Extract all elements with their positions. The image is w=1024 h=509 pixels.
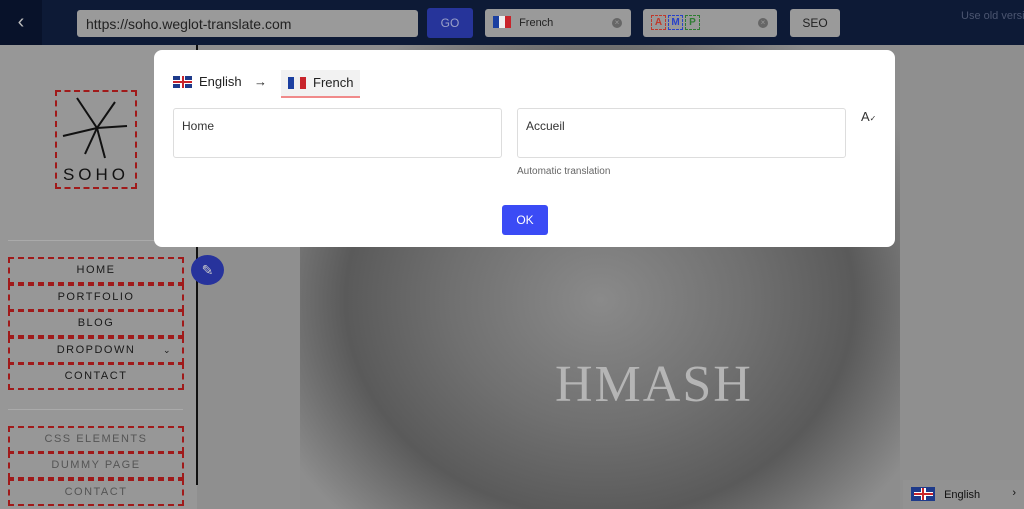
uk-flag-icon: [173, 75, 192, 88]
nav-dummy-page[interactable]: DUMMY PAGE: [8, 452, 184, 479]
amp-select[interactable]: AMP ×: [643, 9, 777, 37]
arrow-right-icon: →: [254, 74, 267, 89]
chevron-right-icon: ›: [1012, 487, 1016, 499]
language-switcher[interactable]: English ›: [903, 480, 1024, 509]
uk-flag-icon: [911, 487, 935, 501]
nav-portfolio[interactable]: PORTFOLIO: [8, 284, 184, 311]
go-button[interactable]: GO: [427, 8, 473, 38]
nav-dropdown-label: DROPDOWN: [56, 344, 136, 356]
chevron-left-icon: ‹: [17, 11, 25, 33]
french-flag-icon: [288, 76, 306, 89]
target-language-tab[interactable]: French: [281, 70, 361, 98]
divider: [8, 409, 183, 410]
seo-button[interactable]: SEO: [790, 9, 840, 37]
ok-button[interactable]: OK: [502, 205, 548, 235]
clear-icon[interactable]: ×: [612, 18, 622, 28]
url-input[interactable]: https://soho.weglot-translate.com: [77, 10, 418, 37]
language-select[interactable]: French ×: [485, 9, 631, 37]
spellcheck-icon[interactable]: A✓: [861, 109, 876, 124]
translation-note: Automatic translation: [517, 166, 611, 177]
source-text-field: Home: [173, 108, 502, 158]
amp-a: A: [651, 15, 666, 30]
old-version-link[interactable]: Use old version: [961, 10, 1024, 22]
pencil-icon: ✎: [201, 262, 214, 278]
back-button[interactable]: ‹: [0, 0, 42, 45]
top-toolbar: ‹ https://soho.weglot-translate.com GO F…: [0, 0, 1024, 45]
edit-pencil-button[interactable]: ✎: [191, 255, 224, 285]
language-select-value: French: [519, 17, 554, 29]
amp-p: P: [685, 15, 700, 30]
nav-home[interactable]: HOME: [8, 257, 184, 284]
translation-modal: English → French Home Accueil A✓ Automat…: [154, 50, 895, 247]
target-language-label: French: [313, 75, 354, 90]
chevron-down-icon: ⌄: [162, 345, 172, 355]
translation-text-field[interactable]: Accueil: [517, 108, 846, 158]
hero-text: HMASH: [555, 356, 753, 413]
source-language-label: English: [199, 74, 242, 89]
site-logo[interactable]: SOHO: [55, 90, 137, 189]
language-switcher-label: English: [944, 489, 981, 501]
logo-text: SOHO: [62, 165, 130, 184]
nav-contact-2[interactable]: CONTACT: [8, 479, 184, 506]
source-language: English: [173, 74, 242, 89]
nav-dropdown[interactable]: DROPDOWN ⌄: [8, 337, 184, 364]
french-flag-icon: [493, 16, 511, 28]
nav-css-elements[interactable]: CSS ELEMENTS: [8, 426, 184, 453]
amp-m: M: [668, 15, 683, 30]
star-logo-icon: [62, 97, 128, 159]
clear-icon[interactable]: ×: [758, 18, 768, 28]
nav-blog[interactable]: BLOG: [8, 310, 184, 337]
nav-contact[interactable]: CONTACT: [8, 363, 184, 390]
